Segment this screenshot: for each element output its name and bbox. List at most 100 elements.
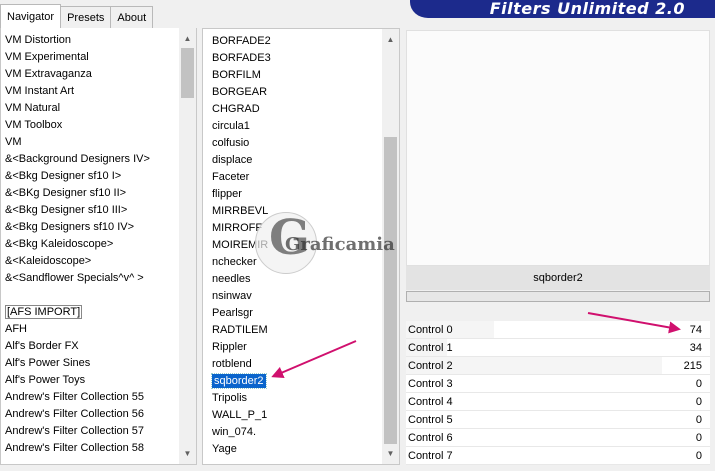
control-label: Control 3: [408, 378, 453, 390]
filter-item[interactable]: MIRRBEVL: [203, 203, 383, 220]
filter-item[interactable]: Yage: [203, 441, 383, 458]
category-item[interactable]: AFH: [1, 321, 180, 338]
filter-scroll-thumb[interactable]: [384, 137, 397, 444]
filter-item[interactable]: circula1: [203, 118, 383, 135]
control-slider[interactable]: Control 7 0: [406, 447, 710, 465]
filter-item[interactable]: BORFADE3: [203, 50, 383, 67]
tab-presets[interactable]: Presets: [60, 6, 112, 28]
control-slider[interactable]: Control 5 0: [406, 411, 710, 429]
category-label: &<BKg Designer sf10 II>: [5, 187, 127, 199]
filter-label: sqborder2: [211, 373, 267, 389]
filter-item[interactable]: colfusio: [203, 135, 383, 152]
filter-list-panel: BORFADE2 BORFADE3 BORFILM BORGEAR CHGRAD circ…: [202, 28, 400, 465]
filter-item[interactable]: CHGRAD: [203, 101, 383, 118]
filter-label: Rippler: [212, 341, 247, 353]
category-item[interactable]: VM Distortion: [1, 32, 180, 49]
category-label: &<Bkg Kaleidoscope>: [5, 238, 114, 250]
tab-bar: Navigator Presets About: [0, 4, 154, 28]
category-item[interactable]: &<Kaleidoscope>: [1, 253, 180, 270]
category-item[interactable]: Alf's Border FX: [1, 338, 180, 355]
filter-item[interactable]: Pearlsgr: [203, 305, 383, 322]
filter-label: BORFILM: [212, 69, 261, 81]
control-slider[interactable]: Control 2 215: [406, 357, 710, 375]
filter-name: sqborder2: [533, 272, 583, 284]
triangle-up-icon[interactable]: ▲: [382, 31, 399, 48]
filter-item[interactable]: nsinwav: [203, 288, 383, 305]
filter-label: flipper: [212, 188, 242, 200]
category-item[interactable]: Alf's Power Sines: [1, 355, 180, 372]
filter-item[interactable]: flipper: [203, 186, 383, 203]
category-item[interactable]: Alf's Power Toys: [1, 372, 180, 389]
category-item[interactable]: &<Bkg Designers sf10 IV>: [1, 219, 180, 236]
category-scrollbar[interactable]: ▲ ▼: [179, 28, 196, 464]
category-item[interactable]: VM Natural: [1, 100, 180, 117]
category-item[interactable]: &<Bkg Kaleidoscope>: [1, 236, 180, 253]
category-item[interactable]: &<Bkg Designer sf10 III>: [1, 202, 180, 219]
filter-label: BORFADE2: [212, 35, 271, 47]
category-item[interactable]: VM Experimental: [1, 49, 180, 66]
filter-item[interactable]: MOIREMIR: [203, 237, 383, 254]
filter-list: BORFADE2 BORFADE3 BORFILM BORGEAR CHGRAD circ…: [203, 33, 383, 458]
control-slider[interactable]: Control 3 0: [406, 375, 710, 393]
filter-name-header: sqborder2: [406, 266, 710, 290]
category-item[interactable]: &<Sandflower Specials^v^ >: [1, 270, 180, 287]
triangle-down-icon[interactable]: ▼: [179, 445, 196, 462]
filter-item[interactable]: Rippler: [203, 339, 383, 356]
category-item[interactable]: &<BKg Designer sf10 II>: [1, 185, 180, 202]
filter-label: needles: [212, 273, 251, 285]
filter-item[interactable]: RADTILEM: [203, 322, 383, 339]
control-slider[interactable]: Control 0 74: [406, 321, 710, 339]
category-label: VM Experimental: [5, 51, 89, 63]
filter-item[interactable]: BORFILM: [203, 67, 383, 84]
filter-item[interactable]: MIRROFF: [203, 220, 383, 237]
category-item[interactable]: [1, 287, 180, 304]
filter-label: MIRRBEVL: [212, 205, 269, 217]
category-label: &<Bkg Designer sf10 I>: [5, 170, 122, 182]
category-item[interactable]: VM Instant Art: [1, 83, 180, 100]
category-item[interactable]: Andrew's Filter Collection 55: [1, 389, 180, 406]
category-item[interactable]: Andrew's Filter Collection 56: [1, 406, 180, 423]
tab-about[interactable]: About: [110, 6, 154, 28]
category-scroll-thumb[interactable]: [181, 48, 194, 98]
filter-scrollbar[interactable]: ▲ ▼: [382, 29, 399, 464]
control-slider[interactable]: Control 1 34: [406, 339, 710, 357]
filter-label: nchecker: [212, 256, 257, 268]
category-item[interactable]: VM: [1, 134, 180, 151]
category-item[interactable]: [AFS IMPORT]: [1, 304, 180, 321]
filter-item[interactable]: needles: [203, 271, 383, 288]
category-item[interactable]: Andrew's Filter Collection 58: [1, 440, 180, 457]
category-item[interactable]: VM Extravaganza: [1, 66, 180, 83]
triangle-up-icon[interactable]: ▲: [179, 30, 196, 47]
filter-label: circula1: [212, 120, 250, 132]
category-item[interactable]: VM Toolbox: [1, 117, 180, 134]
progress-bar: [406, 291, 710, 302]
controls-list: Control 0 74 Control 1 34 Control 2 215 Contro…: [406, 321, 710, 465]
filter-item[interactable]: nchecker: [203, 254, 383, 271]
filter-item[interactable]: displace: [203, 152, 383, 169]
filter-item[interactable]: BORGEAR: [203, 84, 383, 101]
control-slider[interactable]: Control 4 0: [406, 393, 710, 411]
tab-label: Presets: [67, 11, 105, 24]
category-label: &<Kaleidoscope>: [5, 255, 92, 267]
filter-item[interactable]: rotblend: [203, 356, 383, 373]
filter-item[interactable]: Faceter: [203, 169, 383, 186]
category-item[interactable]: &<Background Designers IV>: [1, 151, 180, 168]
control-label: Control 0: [408, 324, 453, 336]
tab-navigator[interactable]: Navigator: [0, 4, 62, 28]
filter-label: nsinwav: [212, 290, 252, 302]
category-label: AFH: [5, 323, 27, 335]
category-item[interactable]: Andrew's Filter Collection 57: [1, 423, 180, 440]
filter-item[interactable]: sqborder2: [203, 373, 383, 390]
filter-label: rotblend: [212, 358, 252, 370]
filter-item[interactable]: Tripolis: [203, 390, 383, 407]
filter-item[interactable]: win_074.: [203, 424, 383, 441]
filter-item[interactable]: BORFADE2: [203, 33, 383, 50]
triangle-down-icon[interactable]: ▼: [382, 445, 399, 462]
category-label: VM: [5, 136, 22, 148]
category-item[interactable]: &<Bkg Designer sf10 I>: [1, 168, 180, 185]
category-label: [AFS IMPORT]: [5, 305, 83, 319]
control-slider[interactable]: Control 6 0: [406, 429, 710, 447]
filter-item[interactable]: WALL_P_1: [203, 407, 383, 424]
control-label: Control 5: [408, 414, 453, 426]
filter-label: Faceter: [212, 171, 250, 183]
